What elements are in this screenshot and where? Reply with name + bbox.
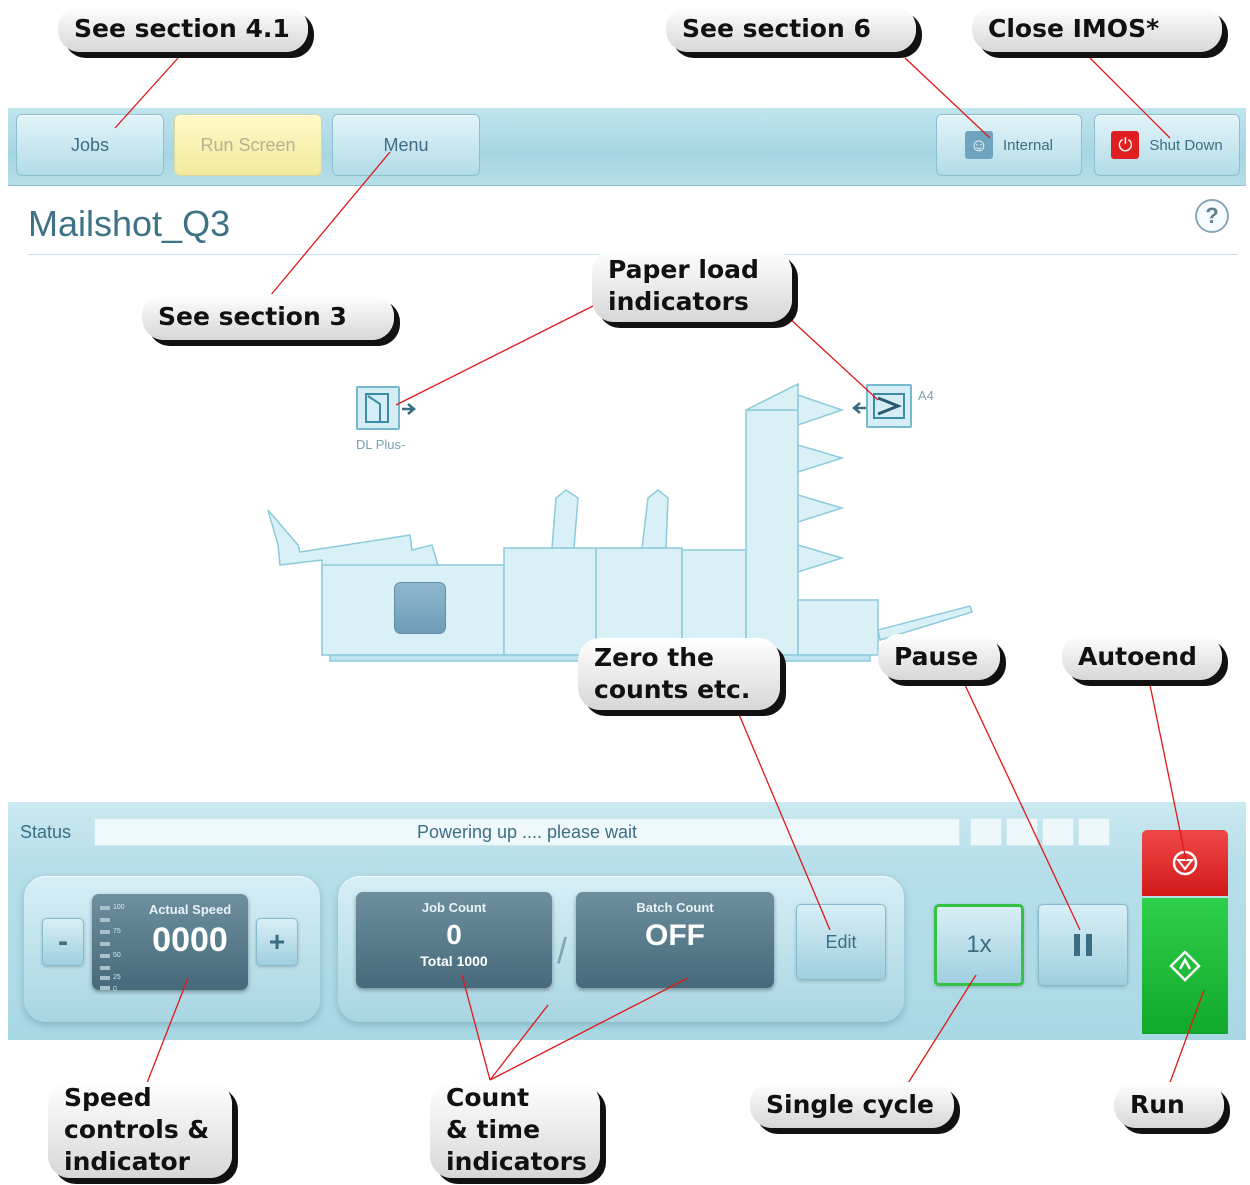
callout-count-time-indicators: Count & time indicators (430, 1082, 600, 1178)
speed-scale-tick: 75 (113, 928, 121, 935)
callout-text: Speed (64, 1083, 152, 1112)
left-paper-load-indicator[interactable] (356, 386, 400, 430)
edit-counts-button[interactable]: Edit (796, 904, 886, 980)
callout-run: Run (1114, 1082, 1224, 1128)
count-separator: / (557, 930, 568, 971)
pause-button[interactable] (1038, 904, 1128, 986)
callout-text: counts etc. (594, 675, 751, 704)
right-feeder-label: A4 (918, 388, 934, 403)
internal-user-label: Internal (1002, 136, 1054, 154)
batch-count-value: OFF (645, 919, 705, 952)
callout-text: See section 6 (682, 14, 871, 43)
status-led (1042, 818, 1074, 846)
jobs-button[interactable]: Jobs (16, 114, 164, 176)
callout-text: Count (446, 1083, 530, 1112)
stop-octagon-icon (1172, 850, 1198, 876)
machine-module-button[interactable] (394, 582, 446, 634)
callout-pause: Pause (878, 634, 1000, 680)
speed-increase-button[interactable]: + (256, 918, 298, 966)
callout-text: controls & (64, 1115, 210, 1144)
pause-icon (1074, 934, 1092, 956)
callout-text: indicators (608, 287, 749, 316)
callout-text: Pause (894, 642, 979, 671)
autoend-button[interactable] (1142, 830, 1228, 896)
job-total: Total 1000 (420, 953, 488, 969)
speed-scale-tick: 50 (113, 952, 121, 959)
right-paper-load-indicator[interactable] (866, 384, 912, 428)
status-bar: Status Powering up .... please wait (8, 802, 1246, 860)
speed-scale-tick: 0 (113, 986, 117, 993)
speed-decrease-button[interactable]: - (42, 918, 84, 966)
top-nav-bar: Jobs Run Screen Menu ☺ Internal ⏻ Shut D… (8, 108, 1246, 186)
run-screen-button-label: Run Screen (200, 134, 296, 155)
job-title: Mailshot_Q3 (28, 203, 231, 244)
jobs-button-label: Jobs (70, 134, 110, 155)
user-icon: ☺ (964, 131, 993, 159)
speed-scale-tick: 25 (113, 974, 121, 981)
callout-text: Autoend (1078, 642, 1197, 671)
callout-text: Run (1130, 1090, 1185, 1119)
power-icon: ⏻ (1111, 131, 1140, 159)
callout-single-cycle: Single cycle (750, 1082, 954, 1128)
run-screen-button[interactable]: Run Screen (174, 114, 322, 176)
callout-speed-controls: Speed controls & indicator (48, 1082, 232, 1178)
callout-zero-counts: Zero the counts etc. (578, 638, 780, 710)
feed-left-arrow-icon (852, 402, 866, 414)
job-count-display: Job Count 0 Total 1000 (356, 892, 552, 988)
status-led (1078, 818, 1110, 846)
callout-text: Single cycle (766, 1090, 934, 1119)
callout-close-imos: Close IMOS* (972, 6, 1222, 52)
callout-see-section-3: See section 3 (142, 294, 394, 340)
help-icon[interactable]: ? (1195, 199, 1229, 233)
callout-see-section-6: See section 6 (666, 6, 916, 52)
callout-text: & time (446, 1115, 541, 1144)
callout-text: indicator (64, 1147, 190, 1176)
callout-text: Zero the (594, 643, 714, 672)
actual-speed-label: Actual Speed (148, 902, 232, 917)
status-led (970, 818, 1002, 846)
batch-count-label: Batch Count (636, 900, 714, 915)
callout-see-section-4-1: See section 4.1 (58, 6, 308, 52)
left-feeder-label: DL Plus- (356, 437, 406, 452)
envelope-feeder-icon (365, 393, 389, 423)
shut-down-label: Shut Down (1149, 136, 1223, 154)
shut-down-button[interactable]: ⏻ Shut Down (1094, 114, 1240, 176)
callout-autoend: Autoend (1062, 634, 1222, 680)
status-message: Powering up .... please wait (94, 818, 960, 846)
status-led (1006, 818, 1038, 846)
job-count-value: 0 (446, 919, 462, 950)
callout-text: See section 3 (158, 302, 347, 331)
run-diamond-icon (1169, 950, 1201, 982)
speed-scale-tick: 100 (113, 904, 125, 911)
single-cycle-button[interactable]: 1x (934, 904, 1024, 986)
menu-button-label: Menu (383, 134, 429, 155)
callout-text: Paper load (608, 255, 759, 284)
callout-text: See section 4.1 (74, 14, 290, 43)
job-count-label: Job Count (421, 900, 487, 915)
status-label: Status (20, 822, 72, 842)
callout-paper-load-indicators: Paper load indicators (592, 250, 792, 322)
speed-scale: 100 75 50 25 0 (100, 904, 130, 996)
internal-user-button[interactable]: ☺ Internal (936, 114, 1082, 176)
callout-text: indicators (446, 1147, 587, 1176)
menu-button[interactable]: Menu (332, 114, 480, 176)
sheet-feeder-icon (873, 393, 905, 419)
run-button[interactable] (1142, 898, 1228, 1034)
actual-speed-display: 100 75 50 25 0 Actual Speed 0000 (92, 894, 248, 993)
feed-right-arrow-icon (402, 403, 416, 415)
callout-text: Close IMOS* (988, 14, 1160, 43)
actual-speed-value: 0000 (152, 921, 228, 959)
batch-count-display: Batch Count OFF (576, 892, 774, 988)
